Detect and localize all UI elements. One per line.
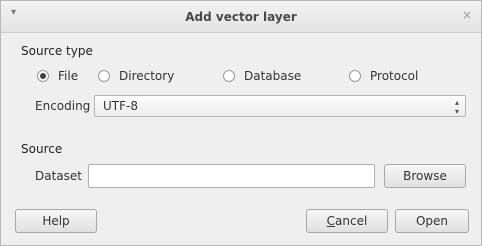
browse-button[interactable]: Browse (384, 164, 466, 188)
title-bar: ▾ Add vector layer × (1, 1, 481, 33)
radio-protocol[interactable]: Protocol (349, 68, 418, 84)
close-icon[interactable]: × (462, 8, 472, 22)
source-type-heading: Source type (21, 44, 93, 58)
radio-protocol-label[interactable]: Protocol (370, 69, 418, 83)
open-button[interactable]: Open (395, 209, 469, 233)
encoding-select[interactable]: UTF-8 ▴ ▾ (94, 95, 466, 117)
add-vector-layer-dialog: ▾ Add vector layer × Source type File Di… (0, 0, 482, 246)
radio-directory-label[interactable]: Directory (119, 69, 174, 83)
radio-database[interactable]: Database (223, 68, 301, 84)
cancel-label-rest: ancel (335, 214, 368, 228)
cancel-button[interactable]: Cancel (306, 209, 388, 233)
dataset-input[interactable] (88, 164, 375, 188)
radio-file-indicator[interactable] (37, 70, 49, 82)
radio-protocol-indicator[interactable] (349, 70, 361, 82)
encoding-value: UTF-8 (103, 99, 138, 113)
spinner-arrows-icon: ▴ ▾ (454, 98, 459, 116)
dataset-label: Dataset (35, 169, 82, 183)
radio-directory-indicator[interactable] (98, 70, 110, 82)
radio-database-indicator[interactable] (223, 70, 235, 82)
cancel-mnemonic: C (326, 214, 336, 228)
help-button[interactable]: Help (15, 209, 97, 233)
source-heading: Source (21, 142, 63, 156)
radio-file[interactable]: File (37, 68, 78, 84)
radio-file-label[interactable]: File (58, 69, 78, 83)
dialog-title: Add vector layer (185, 10, 297, 24)
radio-directory[interactable]: Directory (98, 68, 174, 84)
encoding-label: Encoding (35, 99, 91, 113)
radio-database-label[interactable]: Database (244, 69, 301, 83)
